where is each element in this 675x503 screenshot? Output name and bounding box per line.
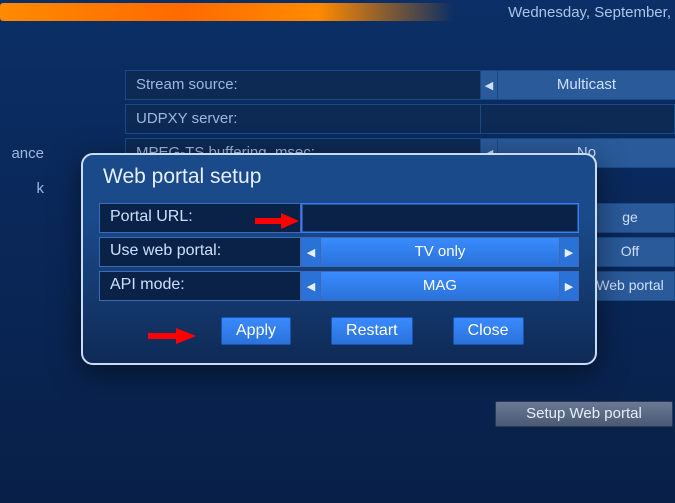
setting-label: UDPXY server: [125, 104, 480, 134]
chevron-left-icon[interactable]: ◀ [301, 271, 321, 301]
use-web-portal-value[interactable]: TV only [321, 237, 559, 267]
top-bar: Wednesday, September, [0, 0, 675, 28]
row-api-mode: API mode: ◀ MAG ▶ [99, 271, 579, 301]
use-web-portal-label: Use web portal: [99, 237, 301, 267]
sidebar-item[interactable]: k [0, 180, 50, 197]
orange-strip [0, 3, 455, 21]
setting-value[interactable]: Off [585, 237, 675, 267]
header-date: Wednesday, September, [508, 4, 671, 21]
setting-value[interactable]: ge [585, 203, 675, 233]
row-portal-url: Portal URL: [99, 203, 579, 233]
apply-button[interactable]: Apply [221, 317, 291, 345]
portal-url-label: Portal URL: [99, 203, 301, 233]
restart-button[interactable]: Restart [331, 317, 413, 345]
dialog-title: Web portal setup [103, 165, 579, 189]
left-sidebar-fragment: ance k [0, 145, 50, 215]
row-use-web-portal: Use web portal: ◀ TV only ▶ [99, 237, 579, 267]
dialog-button-row: Apply Restart Close [99, 317, 579, 345]
setup-web-portal-button[interactable]: Setup Web portal [495, 401, 673, 427]
portal-url-input[interactable] [301, 203, 579, 233]
close-button[interactable]: Close [453, 317, 524, 345]
setting-value[interactable]: Multicast [498, 70, 675, 100]
udpxy-input[interactable] [480, 104, 675, 134]
setting-stream-source: Stream source: ◀ Multicast [125, 70, 675, 100]
api-mode-label: API mode: [99, 271, 301, 301]
setting-label: Stream source: [125, 70, 480, 100]
web-portal-setup-dialog: Web portal setup Portal URL: Use web por… [81, 153, 597, 365]
setting-udpxy-server: UDPXY server: [125, 104, 675, 134]
api-mode-value[interactable]: MAG [321, 271, 559, 301]
chevron-right-icon[interactable]: ▶ [559, 271, 579, 301]
chevron-left-icon[interactable]: ◀ [301, 237, 321, 267]
setting-value[interactable]: Web portal [585, 271, 675, 301]
chevron-right-icon[interactable]: ▶ [559, 237, 579, 267]
chevron-left-icon[interactable]: ◀ [480, 70, 498, 100]
bg-extra: ge Off Web portal [585, 203, 675, 305]
sidebar-item[interactable]: ance [0, 145, 50, 162]
